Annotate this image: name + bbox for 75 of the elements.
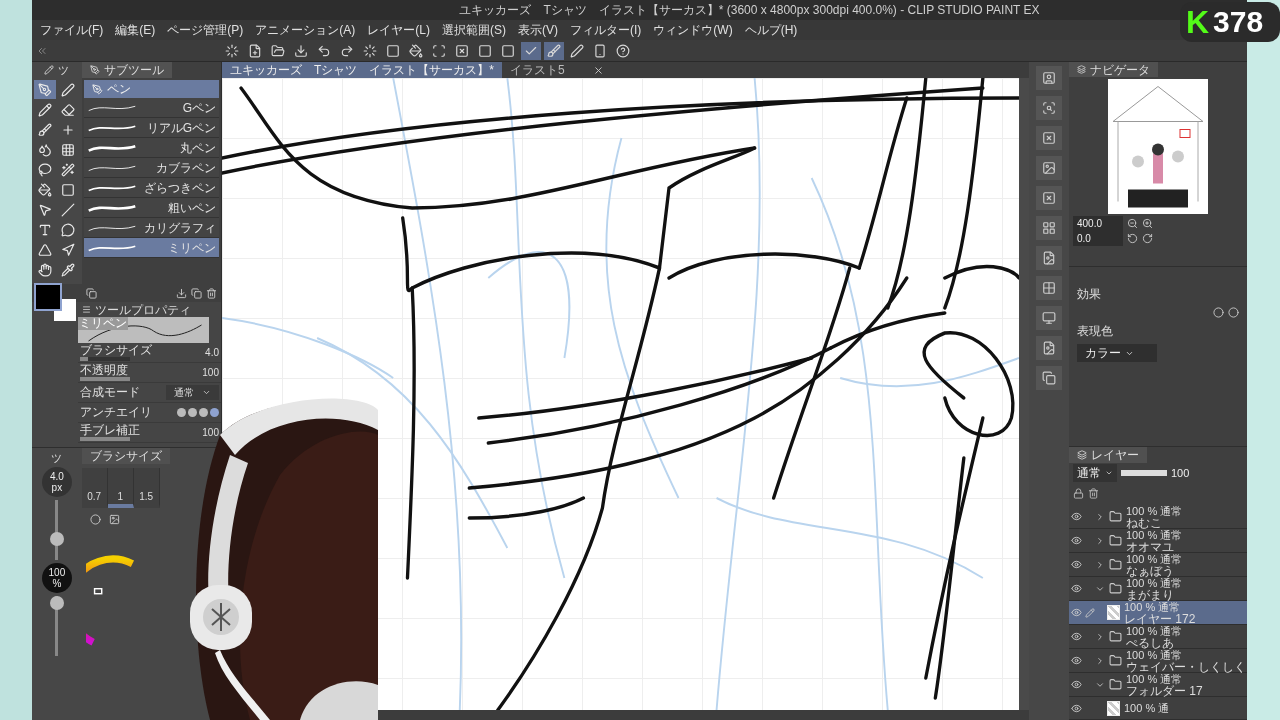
layer-name: まがまり: [1126, 588, 1174, 601]
layer-name: レイヤー 172: [1124, 612, 1196, 625]
rotation-field[interactable]: 0.0: [1073, 231, 1123, 246]
panel-tab[interactable]: ツールプロパティ: [78, 302, 221, 317]
menu-item[interactable]: ウィンドウ(W): [653, 21, 733, 39]
layer-name: なぁぼう: [1126, 564, 1174, 577]
layer-row[interactable]: 100 % 通常 フォルダー 17: [1069, 673, 1247, 698]
menu-item[interactable]: ヘルプ(H): [744, 21, 798, 39]
layer-opacity[interactable]: 100: [1171, 464, 1190, 482]
layer-name: フォルダー 17: [1126, 684, 1203, 697]
menu-item[interactable]: ページ管理(P): [167, 21, 244, 39]
property-value[interactable]: 100: [202, 425, 219, 440]
layer-name: オオマユ: [1126, 540, 1174, 553]
color-mode-label: 表現色: [1077, 323, 1114, 340]
subtool-item[interactable]: 丸ペン: [83, 138, 219, 158]
blend-mode-select[interactable]: 通常: [1073, 464, 1117, 482]
menu-item[interactable]: ファイル(F): [40, 21, 104, 39]
subtool-item[interactable]: 粗いペン: [83, 198, 219, 218]
layer-info: 100 % 通: [1124, 702, 1170, 715]
subtool-item[interactable]: ざらつきペン: [83, 178, 219, 198]
layer-name: ねむこ: [1126, 516, 1162, 529]
layer-row[interactable]: 100 % 通常 ぺるしあ: [1069, 625, 1247, 650]
panel-tab[interactable]: ナビゲータ: [1069, 62, 1158, 77]
layer-row[interactable]: 100 % 通常 ウェイバー・しくしく: [1069, 649, 1247, 674]
property-label: ブラシサイズ: [80, 344, 152, 357]
layer-row[interactable]: 100 % 通常 なぁぼう: [1069, 553, 1247, 578]
brush-size-preset[interactable]: 1: [107, 468, 134, 508]
panel-tab[interactable]: レイヤー: [1069, 447, 1147, 463]
color-mode-select[interactable]: カラー: [1077, 344, 1157, 362]
layer-info: 100 % 通常: [1126, 504, 1183, 517]
size-readout: 4.0 px: [41, 467, 72, 497]
layer-row[interactable]: 100 % 通: [1069, 697, 1247, 720]
zoom-field[interactable]: 400.0: [1073, 216, 1123, 231]
tool-palette-tab[interactable]: ツ: [44, 62, 70, 78]
menu-item[interactable]: アニメーション(A): [255, 21, 356, 39]
panel-tab[interactable]: ツ: [51, 450, 63, 464]
layer-name: ぺるしあ: [1126, 636, 1174, 649]
menu-item[interactable]: 編集(E): [115, 21, 156, 39]
opacity-readout: 100 %: [41, 563, 72, 593]
property-label: 不透明度: [80, 364, 129, 377]
viewer-count: 378: [1213, 7, 1264, 37]
property-label: 合成モード: [80, 386, 140, 399]
subtool-item[interactable]: カリグラフィ: [83, 218, 219, 238]
layer-info: 100 % 通常: [1126, 552, 1183, 565]
layer-row[interactable]: 100 % 通常 オオマユ: [1069, 529, 1247, 554]
document-tab[interactable]: ユキッカーズ Tシャツ イラスト【サーカス】*: [222, 62, 502, 78]
brush-size-preset[interactable]: 1.5: [133, 468, 160, 508]
panel-tab[interactable]: サブツール: [81, 62, 172, 78]
subtool-item[interactable]: カブラペン: [83, 158, 219, 178]
layer-row[interactable]: 100 % 通常 レイヤー 172: [1069, 601, 1247, 626]
layer-info: 100 % 通常: [1126, 672, 1184, 685]
logo: K: [1186, 6, 1210, 38]
layer-info: 100 % 通常: [1124, 600, 1182, 613]
menu-item[interactable]: 表示(V): [518, 21, 558, 39]
panel-tab[interactable]: ブラシサイズ: [81, 448, 170, 464]
layer-info: 100 % 通常: [1126, 528, 1183, 541]
layer-info: 100 % 通常: [1126, 624, 1183, 637]
property-value[interactable]: 100: [202, 365, 219, 380]
menu-item[interactable]: レイヤー(L): [367, 21, 430, 39]
layer-row[interactable]: 100 % 通常 ねむこ: [1069, 505, 1247, 530]
window-title: ユキッカーズ Tシャツ イラスト【サーカス】* (3600 x 4800px 300dpi 400.0%) - CLIP STUDIO PAINT EX: [459, 2, 1040, 19]
property-label: アンチエイリ: [80, 406, 152, 419]
preview-label: ミリペン: [78, 317, 128, 330]
property-label: 手ブレ補正: [80, 424, 140, 437]
effect-label: 効果: [1077, 286, 1102, 303]
subtool-item[interactable]: ミリペン: [83, 238, 219, 258]
menu-item[interactable]: 選択範囲(S): [442, 21, 506, 39]
property-value[interactable]: 4.0: [205, 345, 219, 360]
subtool-item[interactable]: リアルGペン: [83, 118, 219, 138]
subtool-group[interactable]: ペン: [83, 80, 219, 98]
brush-size-preset[interactable]: 0.7: [81, 468, 108, 508]
layer-name: ウェイバー・しくしく: [1126, 660, 1246, 673]
blend-select[interactable]: 通常: [166, 385, 219, 400]
menu-item[interactable]: フィルター(I): [570, 21, 642, 39]
subtool-item[interactable]: Gペン: [83, 98, 219, 118]
